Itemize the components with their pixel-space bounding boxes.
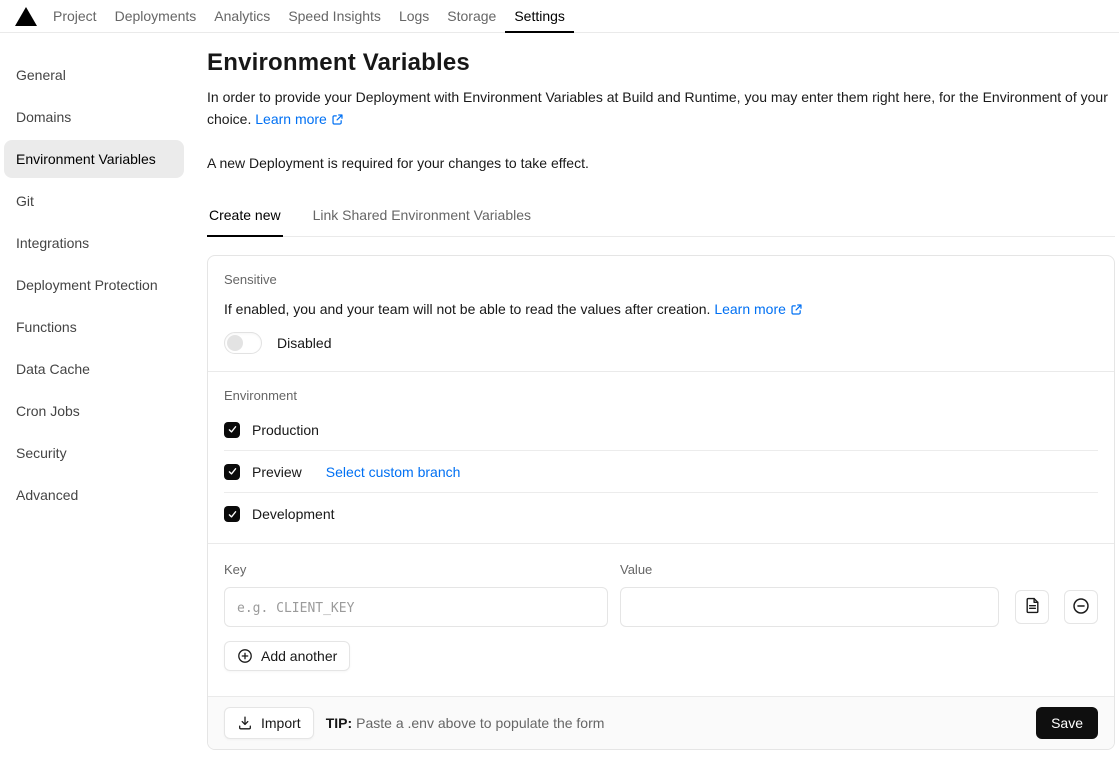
paste-document-icon — [1024, 597, 1041, 617]
top-nav-bar: Project Deployments Analytics Speed Insi… — [0, 0, 1119, 33]
sidebar-item-general[interactable]: General — [4, 56, 184, 94]
sidebar-item-cron-jobs[interactable]: Cron Jobs — [4, 392, 184, 430]
sidebar-item-advanced[interactable]: Advanced — [4, 476, 184, 514]
learn-more-link[interactable]: Learn more — [255, 111, 344, 127]
sidebar-item-domains[interactable]: Domains — [4, 98, 184, 136]
add-icon — [237, 648, 253, 664]
create-env-var-card: Sensitive If enabled, you and your team … — [207, 255, 1115, 750]
vercel-triangle-icon — [15, 6, 37, 26]
tip-label: TIP: — [325, 715, 353, 731]
import-download-icon — [237, 715, 253, 731]
remove-row-button[interactable] — [1064, 590, 1098, 624]
import-tip: TIP: Paste a .env above to populate the f… — [326, 715, 605, 731]
import-label: Import — [261, 715, 301, 731]
tab-create-new[interactable]: Create new — [207, 199, 283, 237]
sidebar-item-security[interactable]: Security — [4, 434, 184, 472]
env-row-production: Production — [224, 409, 1098, 451]
env-row-preview: Preview Select custom branch — [224, 451, 1098, 493]
external-link-icon — [331, 110, 344, 132]
checkbox-production[interactable] — [224, 421, 240, 438]
nav-item-project[interactable]: Project — [44, 0, 106, 33]
top-nav: Project Deployments Analytics Speed Insi… — [44, 0, 574, 33]
add-another-button[interactable]: Add another — [224, 641, 351, 671]
key-input[interactable] — [224, 587, 608, 627]
checkbox-preview[interactable] — [224, 463, 240, 480]
env-var-tabs: Create new Link Shared Environment Varia… — [207, 199, 1115, 237]
sidebar-item-deployment-protection[interactable]: Deployment Protection — [4, 266, 184, 304]
key-value-section: Key Value Add another — [208, 544, 1114, 696]
key-label: Key — [224, 562, 247, 577]
environment-options: Production Preview Select custom branch … — [224, 409, 1098, 535]
nav-item-deployments[interactable]: Deployments — [106, 0, 206, 33]
sensitive-toggle-row: Disabled — [224, 331, 1098, 355]
sidebar-item-functions[interactable]: Functions — [4, 308, 184, 346]
sidebar-item-environment-variables[interactable]: Environment Variables — [4, 140, 184, 178]
sidebar-item-git[interactable]: Git — [4, 182, 184, 220]
select-custom-branch-link[interactable]: Select custom branch — [326, 464, 461, 480]
sensitive-description: If enabled, you and your team will not b… — [224, 299, 1098, 321]
card-footer: Import TIP: Paste a .env above to populat… — [208, 696, 1114, 749]
checkbox-development[interactable] — [224, 506, 240, 522]
sensitive-learn-more-label: Learn more — [714, 301, 786, 317]
environment-label: Environment — [224, 388, 297, 403]
nav-item-storage[interactable]: Storage — [438, 0, 505, 33]
main-content: Environment Variables In order to provid… — [200, 33, 1119, 760]
page-title: Environment Variables — [207, 49, 470, 76]
sensitive-section: Sensitive If enabled, you and your team … — [208, 256, 1114, 371]
page-description: In order to provide your Deployment with… — [207, 86, 1112, 132]
remove-row-icon — [1072, 597, 1090, 618]
nav-item-settings[interactable]: Settings — [505, 0, 574, 33]
tab-link-shared-env-vars[interactable]: Link Shared Environment Variables — [311, 199, 533, 237]
save-button[interactable]: Save — [1036, 707, 1098, 739]
value-label: Value — [620, 562, 653, 577]
sensitive-toggle-state: Disabled — [277, 335, 332, 351]
import-button[interactable]: Import — [224, 707, 314, 739]
sidebar-item-integrations[interactable]: Integrations — [4, 224, 184, 262]
checkbox-label-production: Production — [252, 421, 319, 438]
nav-item-analytics[interactable]: Analytics — [205, 0, 279, 33]
env-row-development: Development — [224, 493, 1098, 535]
sensitive-label: Sensitive — [224, 272, 277, 287]
toggle-knob-icon — [227, 335, 243, 351]
deployment-note: A new Deployment is required for your ch… — [207, 155, 589, 171]
tip-text: Paste a .env above to populate the form — [356, 715, 605, 731]
nav-item-speed-insights[interactable]: Speed Insights — [279, 0, 390, 33]
add-another-label: Add another — [261, 648, 338, 664]
checkbox-label-preview: Preview — [252, 463, 302, 480]
checkbox-label-development: Development — [252, 506, 335, 522]
sensitive-toggle[interactable] — [224, 332, 262, 354]
value-input[interactable] — [620, 587, 999, 627]
sensitive-description-text: If enabled, you and your team will not b… — [224, 301, 711, 317]
sensitive-learn-more-link[interactable]: Learn more — [714, 301, 803, 317]
learn-more-label: Learn more — [255, 111, 327, 127]
settings-sidebar: General Domains Environment Variables Gi… — [0, 33, 200, 760]
paste-env-button[interactable] — [1015, 590, 1049, 624]
nav-item-logs[interactable]: Logs — [390, 0, 438, 33]
environment-section: Environment Production Preview Select cu… — [208, 372, 1114, 543]
external-link-icon — [790, 301, 803, 321]
vercel-logo[interactable] — [0, 0, 44, 32]
sidebar-item-data-cache[interactable]: Data Cache — [4, 350, 184, 388]
